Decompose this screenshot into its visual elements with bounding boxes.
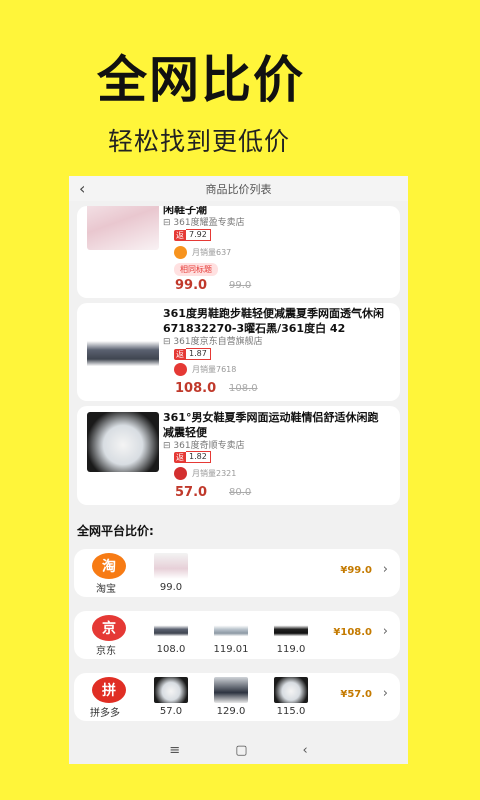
taobao-icon xyxy=(174,246,187,259)
top-bar: ‹ 商品比价列表 xyxy=(69,176,408,201)
product-title: 361度男鞋跑步鞋轻便减震夏季网面透气休闲 671832270-3曜石黑/361… xyxy=(163,307,384,335)
item-image xyxy=(274,677,308,703)
rebate-tag: 返 1.87 xyxy=(174,348,211,360)
item-image xyxy=(214,615,248,641)
sales-info: 月销量2321 xyxy=(174,467,236,480)
platform-section-title: 全网平台比价: xyxy=(77,524,154,538)
product-title: 361°男女鞋夏季网面运动鞋情侣舒适休闲跑 减震轻便 xyxy=(163,411,379,439)
item-image xyxy=(214,677,248,703)
rebate-label: 返 xyxy=(174,229,186,241)
system-nav-bar: ≡ ▢ ‹ xyxy=(69,736,408,764)
home-icon[interactable]: ▢ xyxy=(235,743,247,758)
jd-logo-icon: 京 xyxy=(92,615,126,641)
platform-name: 拼多多 xyxy=(90,708,120,719)
platform-item[interactable]: 99.0 xyxy=(152,553,190,593)
rebate-tag: 返 1.82 xyxy=(174,451,211,463)
rebate-tag: 返 7.92 xyxy=(174,229,211,241)
platform-item[interactable]: 57.0 xyxy=(152,677,190,717)
platform-name: 淘宝 xyxy=(96,584,116,595)
platform-item[interactable]: 129.0 xyxy=(212,677,250,717)
platform-row-pinduoduo[interactable]: 拼 拼多多 57.0 129.0 115.0 ¥57.0 › xyxy=(74,673,400,721)
hero-subtitle: 轻松找到更低价 xyxy=(108,127,291,156)
jd-icon xyxy=(174,363,187,376)
shop-name: ⊟ 361度耀盈专卖店 xyxy=(163,218,245,228)
item-price: 119.01 xyxy=(213,644,249,655)
platform-item[interactable]: 108.0 xyxy=(152,615,190,655)
shop-name: ⊟ 361度京东自营旗舰店 xyxy=(163,337,263,347)
sales-label: 月销量7618 xyxy=(192,365,237,374)
item-image xyxy=(274,615,308,641)
product-card[interactable]: 361°男女鞋夏季网面运动鞋情侣舒适休闲跑 减震轻便 ⊟ 361度奇顺专卖店 返… xyxy=(77,406,400,505)
product-image xyxy=(87,317,159,377)
item-image xyxy=(154,553,188,579)
original-price: 99.0 xyxy=(229,280,252,291)
item-price: 108.0 xyxy=(156,644,186,655)
rebate-value: 1.87 xyxy=(186,348,211,360)
platform-row-taobao[interactable]: 淘 淘宝 99.0 ¥99.0 › xyxy=(74,549,400,597)
item-image xyxy=(154,615,188,641)
product-card[interactable]: 闲鞋子潮 ⊟ 361度耀盈专卖店 返 7.92 月销量637 相同标题 99.0 … xyxy=(77,206,400,298)
item-price: 129.0 xyxy=(216,706,246,717)
hero-title: 全网比价 xyxy=(97,51,305,109)
rebate-label: 返 xyxy=(174,451,186,463)
shop-label: 361度耀盈专卖店 xyxy=(173,218,245,228)
product-image xyxy=(87,412,159,472)
platform-name: 京东 xyxy=(96,646,116,657)
menu-icon[interactable]: ≡ xyxy=(169,743,180,758)
item-price: 57.0 xyxy=(159,706,183,717)
chevron-right-icon[interactable]: › xyxy=(383,624,388,639)
item-price: 119.0 xyxy=(276,644,306,655)
chevron-right-icon[interactable]: › xyxy=(383,686,388,701)
same-title-badge: 相同标题 xyxy=(174,263,218,276)
sales-info: 月销量637 xyxy=(174,246,231,259)
shop-name: ⊟ 361度奇顺专卖店 xyxy=(163,441,245,451)
platform-item[interactable]: 119.01 xyxy=(212,615,250,655)
shop-label: 361度京东自营旗舰店 xyxy=(173,337,263,347)
item-image xyxy=(154,677,188,703)
best-price: ¥99.0 xyxy=(340,565,372,576)
item-price: 99.0 xyxy=(159,582,183,593)
product-card[interactable]: 361度男鞋跑步鞋轻便减震夏季网面透气休闲 671832270-3曜石黑/361… xyxy=(77,303,400,401)
shop-label: 361度奇顺专卖店 xyxy=(173,441,245,451)
original-price: 80.0 xyxy=(229,487,252,498)
rebate-label: 返 xyxy=(174,348,186,360)
taobao-logo-icon: 淘 xyxy=(92,553,126,579)
platform-item[interactable]: 115.0 xyxy=(272,677,310,717)
platform-row-jd[interactable]: 京 京东 108.0 119.01 119.0 ¥108.0 › xyxy=(74,611,400,659)
product-image xyxy=(87,206,159,250)
rebate-value: 1.82 xyxy=(186,451,211,463)
item-price: 115.0 xyxy=(276,706,306,717)
current-price: 99.0 xyxy=(175,278,208,293)
best-price: ¥57.0 xyxy=(340,689,372,700)
sales-info: 月销量7618 xyxy=(174,363,236,376)
pinduoduo-icon xyxy=(174,467,187,480)
chevron-right-icon[interactable]: › xyxy=(383,562,388,577)
rebate-value: 7.92 xyxy=(186,229,211,241)
platform-item[interactable]: 119.0 xyxy=(272,615,310,655)
back-nav-icon[interactable]: ‹ xyxy=(303,743,308,758)
original-price: 108.0 xyxy=(229,383,258,394)
pinduoduo-logo-icon: 拼 xyxy=(92,677,126,703)
page-title: 商品比价列表 xyxy=(205,183,272,196)
current-price: 57.0 xyxy=(175,485,208,500)
phone-screen: ‹ 商品比价列表 闲鞋子潮 ⊟ 361度耀盈专卖店 返 7.92 月销量637 相… xyxy=(69,176,408,764)
sales-label: 月销量2321 xyxy=(192,469,237,478)
best-price: ¥108.0 xyxy=(333,627,372,638)
current-price: 108.0 xyxy=(175,381,217,396)
sales-label: 月销量637 xyxy=(192,248,232,257)
